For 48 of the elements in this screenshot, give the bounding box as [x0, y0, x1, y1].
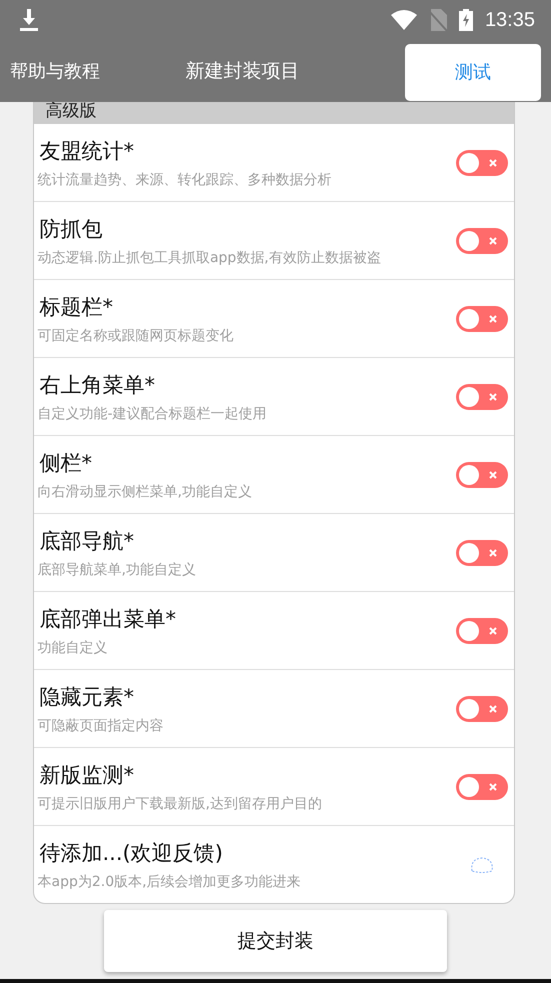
feature-title: 右上角菜单*: [38, 372, 156, 398]
feature-title: 防抓包: [38, 216, 104, 242]
feature-title: 侧栏*: [38, 450, 93, 476]
toggle-switch[interactable]: [456, 696, 508, 722]
toggle-switch[interactable]: [456, 618, 508, 644]
help-link[interactable]: 帮助与教程: [10, 59, 100, 83]
test-button[interactable]: 测试: [405, 44, 541, 100]
feature-description: 可固定名称或跟随网页标题变化: [38, 326, 234, 344]
feature-description: 自定义功能-建议配合标题栏一起使用: [38, 404, 268, 422]
cross-icon: [488, 158, 496, 166]
feature-description: 本app为2.0版本,后续会增加更多功能进来: [38, 872, 302, 890]
feature-description: 底部导航菜单,功能自定义: [38, 560, 197, 578]
feature-title: 待添加...(欢迎反馈): [38, 840, 224, 866]
toggle-switch[interactable]: [456, 774, 508, 800]
feature-description: 功能自定义: [38, 638, 108, 656]
battery-icon: [458, 9, 473, 31]
feature-title: 标题栏*: [38, 294, 114, 320]
no-sim-icon: [428, 9, 447, 31]
submit-button[interactable]: 提交封装: [104, 910, 447, 972]
feature-description: 向右滑动显示侧栏菜单,功能自定义: [38, 482, 253, 500]
toggle-switch[interactable]: [456, 462, 508, 488]
feature-title: 隐藏元素*: [38, 684, 135, 710]
toggle-switch[interactable]: [456, 540, 508, 566]
cross-icon: [488, 548, 496, 556]
cross-icon: [488, 704, 496, 712]
feature-description: 可提示旧版用户下载最新版,达到留存用户目的: [38, 794, 323, 812]
cross-icon: [488, 392, 496, 400]
cross-icon: [488, 314, 496, 322]
feature-title: 底部导航*: [38, 528, 135, 554]
feature-description: 动态逻辑.防止抓包工具抓取app数据,有效防止数据被盗: [38, 248, 382, 266]
page-title: 新建封装项目: [184, 59, 300, 84]
feature-description: 可隐蔽页面指定内容: [38, 716, 164, 734]
toggle-switch[interactable]: [456, 384, 508, 410]
toggle-switch[interactable]: [456, 150, 508, 176]
cross-icon: [488, 626, 496, 634]
feature-title: 友盟统计*: [38, 138, 135, 164]
feature-title: 新版监测*: [38, 762, 135, 788]
toggle-switch[interactable]: [456, 228, 508, 254]
cross-icon: [488, 782, 496, 790]
cross-icon: [488, 236, 496, 244]
download-icon: [20, 9, 38, 31]
cross-icon: [488, 470, 496, 478]
wifi-icon: [390, 10, 417, 30]
feature-title: 底部弹出菜单*: [38, 606, 177, 632]
feature-description: 统计流量趋势、来源、转化跟踪、多种数据分析: [38, 170, 332, 188]
loading-icon: [470, 856, 494, 874]
toggle-switch[interactable]: [456, 306, 508, 332]
status-time: 13:35: [484, 8, 535, 32]
